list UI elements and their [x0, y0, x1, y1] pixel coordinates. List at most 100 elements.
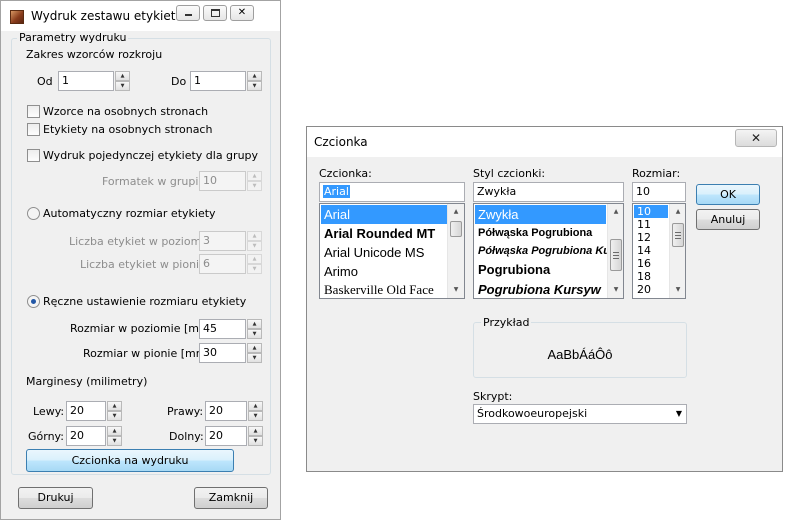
spin-up-icon[interactable]: ▲ — [247, 231, 262, 241]
maximize-button[interactable] — [203, 5, 227, 21]
spin-down-icon[interactable]: ▼ — [247, 353, 262, 363]
spin-up-icon[interactable]: ▲ — [107, 401, 122, 411]
labels-separate-checkbox[interactable] — [27, 123, 40, 136]
spin-down-icon[interactable]: ▼ — [107, 436, 122, 446]
spin-up-icon[interactable]: ▲ — [247, 171, 262, 181]
top-margin-spinner[interactable]: ▲ ▼ — [107, 426, 122, 446]
h-size-spinner[interactable]: ▲ ▼ — [247, 319, 262, 339]
spin-up-icon[interactable]: ▲ — [107, 426, 122, 436]
spin-down-icon[interactable]: ▼ — [115, 81, 130, 91]
scroll-up-icon[interactable]: ▲ — [670, 204, 685, 220]
spin-down-icon[interactable]: ▼ — [247, 329, 262, 339]
spin-up-icon[interactable]: ▲ — [115, 71, 130, 81]
manual-size-radio[interactable] — [27, 295, 40, 308]
size-list[interactable]: 10 11 12 14 16 18 20 ▲ ▼ — [632, 203, 686, 299]
v-size-spinner[interactable]: ▲ ▼ — [247, 343, 262, 363]
scroll-up-icon[interactable]: ▲ — [608, 204, 623, 220]
group-format-input[interactable]: 10 — [199, 171, 246, 191]
v-count-input[interactable]: 6 — [199, 254, 246, 274]
to-spinner[interactable]: ▲ ▼ — [247, 71, 262, 91]
from-spinner[interactable]: ▲ ▼ — [115, 71, 130, 91]
spin-up-icon[interactable]: ▲ — [248, 401, 263, 411]
auto-size-label[interactable]: Automatyczny rozmiar etykiety — [43, 207, 216, 221]
scroll-down-icon[interactable]: ▼ — [608, 282, 623, 298]
spin-down-icon[interactable]: ▼ — [247, 264, 262, 274]
spin-down-icon[interactable]: ▼ — [248, 411, 263, 421]
scroll-thumb[interactable] — [672, 223, 684, 247]
h-size-input[interactable]: 45 — [199, 319, 246, 339]
style-item[interactable]: Pogrubiona Kursyw — [475, 280, 601, 298]
spin-down-icon[interactable]: ▼ — [248, 436, 263, 446]
print-button[interactable]: Drukuj — [18, 487, 93, 509]
style-list[interactable]: Zwykła Półwąska Pogrubiona Półwąska Pogr… — [473, 203, 624, 299]
manual-size-label[interactable]: Ręczne ustawienie rozmiaru etykiety — [43, 295, 246, 309]
close-window-button[interactable]: Zamknij — [194, 487, 268, 509]
single-label-label[interactable]: Wydruk pojedynczej etykiety dla grupy — [43, 149, 258, 163]
patterns-separate-label[interactable]: Wzorce na osobnych stronach — [43, 105, 208, 119]
size-list-scrollbar[interactable]: ▲ ▼ — [669, 204, 685, 298]
minimize-button[interactable] — [176, 5, 200, 21]
left-margin-spinner[interactable]: ▲ ▼ — [107, 401, 122, 421]
font-list[interactable]: Arial Arial Rounded MT Arial Unicode MS … — [319, 203, 465, 299]
scroll-thumb[interactable] — [610, 239, 622, 271]
size-item[interactable]: 14 — [634, 244, 651, 257]
left-margin-input[interactable]: 20 — [66, 401, 106, 421]
style-input[interactable]: Zwykła — [473, 182, 624, 202]
scroll-down-icon[interactable]: ▼ — [448, 282, 464, 298]
spin-down-icon[interactable]: ▼ — [107, 411, 122, 421]
spin-up-icon[interactable]: ▲ — [247, 254, 262, 264]
font-item[interactable]: Arimo — [321, 262, 358, 281]
size-item[interactable]: 18 — [634, 270, 651, 283]
close-button[interactable]: ✕ — [230, 5, 254, 21]
style-item[interactable]: Półwąska Pogrubiona — [475, 224, 592, 242]
auto-size-radio[interactable] — [27, 207, 40, 220]
ok-button[interactable]: OK — [696, 184, 760, 205]
v-count-spinner[interactable]: ▲ ▼ — [247, 254, 262, 274]
size-item[interactable]: 11 — [634, 218, 651, 231]
style-item[interactable]: Półwąska Pogrubiona Ku — [475, 242, 610, 260]
spin-up-icon[interactable]: ▲ — [247, 343, 262, 353]
single-label-checkbox[interactable] — [27, 149, 40, 162]
h-count-spinner[interactable]: ▲ ▼ — [247, 231, 262, 251]
bottom-margin-input[interactable]: 20 — [205, 426, 247, 446]
spin-down-icon[interactable]: ▼ — [247, 181, 262, 191]
spin-down-icon[interactable]: ▼ — [247, 81, 262, 91]
spin-down-icon[interactable]: ▼ — [247, 241, 262, 251]
h-count-input[interactable]: 3 — [199, 231, 246, 251]
font-list-scrollbar[interactable]: ▲ ▼ — [447, 204, 464, 298]
font-item[interactable]: Arial Rounded MT — [321, 224, 435, 243]
size-item[interactable]: 10 — [634, 205, 668, 218]
scroll-up-icon[interactable]: ▲ — [448, 204, 464, 220]
spin-up-icon[interactable]: ▲ — [247, 71, 262, 81]
from-input[interactable]: 1 — [58, 71, 114, 91]
spin-up-icon[interactable]: ▲ — [247, 319, 262, 329]
script-select[interactable]: Środkowoeuropejski ▼ — [473, 404, 687, 424]
font-item[interactable]: Arial — [321, 205, 447, 224]
patterns-separate-checkbox[interactable] — [27, 105, 40, 118]
v-size-input[interactable]: 30 — [199, 343, 246, 363]
right-margin-input[interactable]: 20 — [205, 401, 247, 421]
labels-separate-label[interactable]: Etykiety na osobnych stronach — [43, 123, 212, 137]
close-icon[interactable]: ✕ — [735, 129, 777, 147]
spin-up-icon[interactable]: ▲ — [248, 426, 263, 436]
style-item[interactable]: Pogrubiona — [475, 260, 550, 280]
scroll-down-icon[interactable]: ▼ — [670, 282, 685, 298]
print-font-button[interactable]: Czcionka na wydruku — [26, 449, 234, 472]
size-item[interactable]: 12 — [634, 231, 651, 244]
cancel-button[interactable]: Anuluj — [696, 209, 760, 230]
to-input[interactable]: 1 — [190, 71, 246, 91]
style-item[interactable]: Zwykła — [475, 205, 606, 224]
right-margin-spinner[interactable]: ▲ ▼ — [248, 401, 263, 421]
top-margin-input[interactable]: 20 — [66, 426, 106, 446]
font-item[interactable]: Arial Unicode MS — [321, 243, 424, 262]
scroll-thumb[interactable] — [450, 221, 462, 237]
size-item[interactable]: 20 — [634, 283, 651, 296]
style-list-scrollbar[interactable]: ▲ ▼ — [607, 204, 623, 298]
bottom-margin-spinner[interactable]: ▲ ▼ — [248, 426, 263, 446]
size-item[interactable]: 16 — [634, 257, 651, 270]
dropdown-arrow-icon[interactable]: ▼ — [676, 405, 682, 423]
size-input[interactable]: 10 — [632, 182, 686, 202]
group-format-spinner[interactable]: ▲ ▼ — [247, 171, 262, 191]
font-input[interactable]: Arial — [319, 182, 465, 202]
font-item[interactable]: Baskerville Old Face — [321, 281, 434, 298]
